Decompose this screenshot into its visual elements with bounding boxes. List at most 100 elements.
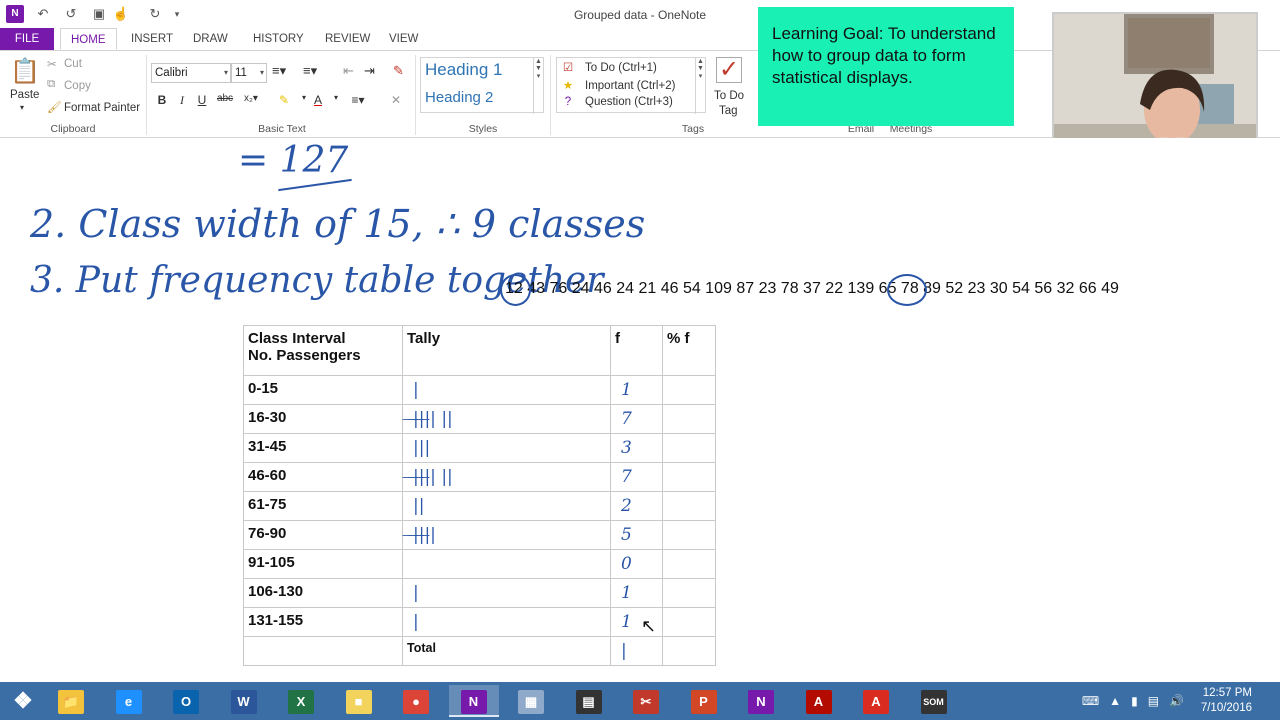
tag-question[interactable]: ? Question (Ctrl+3) [561,96,673,108]
chrome-taskbar-button[interactable]: ● [391,685,441,717]
undo-icon[interactable]: ↺ [62,5,80,23]
subscript-icon[interactable]: x₂▾ [240,93,262,104]
word-taskbar-button[interactable]: W [219,685,269,717]
tag-todo[interactable]: ☑ To Do (Ctrl+1) [561,60,657,74]
tags-scroll[interactable]: ▲ ▼ ▾ [695,58,705,114]
snipping-tool-taskbar-button[interactable]: ✂ [621,685,671,717]
system-clock[interactable]: 12:57 PM 7/10/2016 [1201,686,1252,716]
tab-view[interactable]: VIEW [379,28,428,50]
page-canvas[interactable]: = 127 2. Class width of 15, ∴ 9 classes … [0,138,1280,682]
frequency-table[interactable]: Class Interval No. Passengers Tally f % f… [243,325,716,666]
table-total-row: Total | [243,636,716,666]
format-painter-button[interactable]: Format Painter [64,102,140,114]
font-color-icon[interactable]: A [310,93,326,107]
touch-mode-icon[interactable]: ☝ [112,5,130,23]
volume-icon[interactable]: 🔊 [1169,694,1184,708]
sticky-notes-taskbar-button[interactable]: ■ [334,685,384,717]
table-row: 31-45 ||| 3 [243,433,716,463]
network-icon[interactable]: ▤ [1148,694,1159,708]
paste-dropdown-icon[interactable]: ▾ [20,103,24,112]
font-size-select[interactable]: 11 ▾ [231,63,267,83]
tally-marks: | [402,578,611,608]
percent-frequency[interactable] [662,607,716,637]
paste-icon[interactable]: 📋 [10,57,40,87]
file-explorer-taskbar-button[interactable]: 📁 [46,685,96,717]
tag-important[interactable]: ★ Important (Ctrl+2) [561,78,676,92]
decrease-indent-icon[interactable]: ⇤ [343,63,354,79]
percent-frequency[interactable] [662,404,716,434]
chevron-down-icon[interactable]: ▾ [328,93,344,102]
italic-icon[interactable]: I [174,93,190,108]
onenote-clip-taskbar-button[interactable]: N [736,685,786,717]
todo-tag-button[interactable]: To Do [714,90,744,102]
frequency: 3 [610,433,663,463]
tally-marks: ||| [402,433,611,463]
excel-taskbar-button[interactable]: X [276,685,326,717]
percent-frequency[interactable] [662,462,716,492]
powerpoint-taskbar-button[interactable]: P [679,685,729,717]
screencast-taskbar-button[interactable]: SOM [909,685,959,717]
strikethrough-icon[interactable]: abc [214,93,236,104]
tab-home[interactable]: HOME [60,28,117,50]
total-percent[interactable] [662,636,716,666]
word-icon: W [230,690,257,715]
tab-draw[interactable]: DRAW [183,28,238,50]
acrobat-taskbar-button[interactable]: A [794,685,844,717]
ribbon-separator [415,55,416,135]
style-heading-2[interactable]: Heading 2 [425,89,493,106]
back-icon[interactable]: ↶ [34,5,52,23]
percent-frequency[interactable] [662,578,716,608]
percent-frequency[interactable] [662,433,716,463]
start-button[interactable]: ❖ [0,685,46,717]
class-interval: 61-75 [243,491,403,521]
table-header-row: Class Interval No. Passengers Tally f % f [243,325,716,376]
onenote-icon: N [460,690,487,715]
styles-gallery[interactable]: Heading 1 Heading 2 ▲ ▼ ▾ [420,57,544,114]
onenote-window: N ↶ ↺ ▣ ☝ ↻ ▾ Grouped data - OneNote FIL… [0,0,1280,720]
styles-scroll[interactable]: ▲ ▼ ▾ [533,58,543,114]
screencast-icon: SOM [920,690,947,715]
header-class-interval: Class Interval No. Passengers [243,325,403,376]
percent-frequency[interactable] [662,549,716,579]
tally-marks: ̶|̶|̶|̶| || [402,404,611,434]
highlight-icon[interactable]: ✎ [276,93,292,107]
delete-icon[interactable]: ✕ [388,93,404,107]
bullets-icon[interactable]: ≡▾ [272,63,286,79]
customize-toolbar-icon[interactable]: ▾ [168,5,186,23]
cut-button[interactable]: Cut [64,58,82,70]
excel-icon: X [288,690,314,715]
internet-explorer-taskbar-button[interactable]: e [104,685,154,717]
show-hidden-icons-icon[interactable]: ▲ [1109,694,1121,708]
percent-frequency[interactable] [662,520,716,550]
tab-file[interactable]: FILE [0,28,54,50]
todo-tag-icon[interactable]: ✓ [716,57,742,83]
outlook-taskbar-button[interactable]: O [161,685,211,717]
align-icon[interactable]: ≡▾ [350,93,366,107]
clear-formatting-icon[interactable]: ✎ [393,63,404,79]
scientific-calculator-taskbar-button[interactable]: ▤ [564,685,614,717]
tab-history[interactable]: HISTORY [243,28,314,50]
underline-icon[interactable]: U [194,93,210,107]
calculator-taskbar-button[interactable]: ▦ [506,685,556,717]
font-name-select[interactable]: Calibri ▾ [151,63,231,83]
dock-icon[interactable]: ▣ [90,5,108,23]
tags-gallery[interactable]: ☑ To Do (Ctrl+1) ★ Important (Ctrl+2) ? Que… [556,57,706,114]
tab-insert[interactable]: INSERT [121,28,183,50]
keyboard-icon[interactable]: ⌨ [1082,694,1099,708]
acrobat-reader-taskbar-button[interactable]: A [851,685,901,717]
style-heading-1[interactable]: Heading 1 [425,60,503,80]
onenote-taskbar-button[interactable]: N [448,685,499,717]
learning-goal-box: Learning Goal: To understand how to grou… [758,7,1014,126]
paste-button[interactable]: Paste [10,89,39,101]
tab-review[interactable]: REVIEW [315,28,380,50]
numbering-icon[interactable]: ≡▾ [303,63,317,79]
bold-icon[interactable]: B [154,93,170,107]
increase-indent-icon[interactable]: ⇥ [364,63,375,79]
percent-frequency[interactable] [662,491,716,521]
battery-icon[interactable]: ▮ [1131,694,1138,708]
copy-button[interactable]: Copy [64,80,91,92]
total-frequency[interactable]: | [610,636,663,666]
copy-icon: ⧉ [47,78,56,90]
redo-icon[interactable]: ↻ [146,5,164,23]
percent-frequency[interactable] [662,375,716,405]
